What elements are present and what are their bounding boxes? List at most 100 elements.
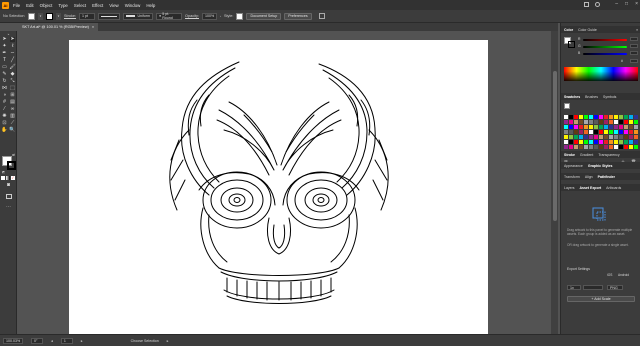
swatch[interactable]	[579, 130, 583, 134]
swatch[interactable]	[599, 140, 603, 144]
tab-graphic-styles[interactable]: Graphic Styles	[588, 164, 613, 168]
swatch[interactable]	[624, 135, 628, 139]
free-transform-tool-icon[interactable]: ⬚	[10, 86, 15, 91]
swatch[interactable]	[594, 115, 598, 119]
canvas-area[interactable]	[18, 31, 558, 336]
swatch[interactable]	[619, 145, 623, 149]
rectangle-tool-icon[interactable]: ▭	[2, 65, 7, 70]
scale-tool-icon[interactable]: ⤡	[10, 79, 15, 84]
swatch-grid[interactable]	[564, 115, 640, 153]
swatch[interactable]	[599, 115, 603, 119]
swatch[interactable]	[634, 145, 638, 149]
channel-b-slider[interactable]	[583, 53, 627, 55]
tab-brushes[interactable]: Brushes	[585, 95, 598, 99]
swatch[interactable]	[624, 120, 628, 124]
swatch[interactable]	[609, 135, 613, 139]
swatch[interactable]	[634, 140, 638, 144]
arrange-icon[interactable]	[584, 2, 589, 7]
zoom-tool-icon[interactable]: 🔍	[9, 128, 15, 133]
swatch[interactable]	[619, 135, 623, 139]
menu-effect[interactable]: Effect	[92, 3, 103, 8]
mesh-tool-icon[interactable]: #	[2, 100, 7, 105]
menu-window[interactable]: Window	[125, 3, 141, 8]
swatch[interactable]	[579, 140, 583, 144]
swap-fill-stroke-icon[interactable]: ⇄	[11, 153, 16, 158]
swatch[interactable]	[594, 140, 598, 144]
close-tab-icon[interactable]: ×	[92, 25, 94, 29]
tab-layers[interactable]: Layers	[564, 186, 575, 190]
opacity-arrow-icon[interactable]: ›	[220, 14, 221, 18]
swatch[interactable]	[574, 140, 578, 144]
tab-artboards[interactable]: Artboards	[606, 186, 621, 190]
swatch[interactable]	[604, 115, 608, 119]
swatch[interactable]	[604, 130, 608, 134]
swatch[interactable]	[599, 145, 603, 149]
swatch[interactable]	[574, 130, 578, 134]
swatch[interactable]	[579, 135, 583, 139]
channel-r-slider[interactable]	[583, 39, 627, 41]
swatch[interactable]	[614, 145, 618, 149]
swatch[interactable]	[629, 125, 633, 129]
align-icon[interactable]	[318, 13, 325, 19]
tab-pathfinder[interactable]: Pathfinder	[598, 175, 615, 179]
channel-r-value[interactable]	[630, 37, 638, 41]
perspective-grid-tool-icon[interactable]: ⊞	[10, 93, 15, 98]
document-tab[interactable]: SKT Art.ai* @ 100.01 % (RGB/Preview) ×	[18, 23, 99, 31]
swatch[interactable]	[609, 125, 613, 129]
tab-gradient[interactable]: Gradient	[580, 153, 593, 157]
swatch[interactable]	[579, 145, 583, 149]
skull-artwork[interactable]	[69, 40, 488, 336]
swatch[interactable]	[584, 120, 588, 124]
tab-transparency[interactable]: Transparency	[598, 153, 619, 157]
swatch[interactable]	[584, 140, 588, 144]
vertical-scrollbar[interactable]	[551, 31, 558, 334]
swatch[interactable]	[589, 145, 593, 149]
color-spectrum[interactable]	[564, 67, 638, 81]
swatch[interactable]	[564, 140, 568, 144]
tab-appearance[interactable]: Appearance	[564, 164, 583, 168]
menu-type[interactable]: Type	[58, 3, 68, 8]
lasso-tool-icon[interactable]: ℓ	[10, 44, 15, 49]
blend-tool-icon[interactable]: ∞	[10, 107, 15, 112]
zoom-field[interactable]: 100.03%	[3, 337, 23, 344]
search-icon[interactable]	[595, 2, 600, 7]
swatch[interactable]	[629, 115, 633, 119]
swatch[interactable]	[564, 120, 568, 124]
swatch[interactable]	[584, 130, 588, 134]
swatch[interactable]	[629, 140, 633, 144]
tab-color[interactable]: Color	[564, 28, 573, 32]
swatch[interactable]	[624, 140, 628, 144]
brush-round-select[interactable]: ● 5 pt. Round	[156, 12, 183, 20]
eraser-tool-icon[interactable]: ◆	[10, 72, 15, 77]
gradient-mode-icon[interactable]	[6, 176, 10, 180]
brush-definition[interactable]: Uniform	[123, 12, 154, 20]
swatch[interactable]	[594, 145, 598, 149]
draw-mode-icon[interactable]: ◙	[6, 183, 11, 188]
swatch[interactable]	[624, 125, 628, 129]
swatch[interactable]	[589, 115, 593, 119]
direct-selection-tool-icon[interactable]: ➤	[10, 37, 15, 42]
gradient-tool-icon[interactable]: ▤	[10, 100, 15, 105]
swatch[interactable]	[564, 125, 568, 129]
type-tool-icon[interactable]: T	[2, 58, 7, 63]
shape-builder-tool-icon[interactable]: ◑	[2, 93, 7, 98]
swatch[interactable]	[589, 120, 593, 124]
ios-option[interactable]: iOS	[607, 273, 612, 277]
paintbrush-tool-icon[interactable]: 🖌	[9, 65, 15, 70]
swatch[interactable]	[599, 130, 603, 134]
swatch[interactable]	[574, 125, 578, 129]
swatch[interactable]	[569, 140, 573, 144]
swatch[interactable]	[604, 135, 608, 139]
hex-value[interactable]	[630, 59, 638, 63]
slice-tool-icon[interactable]: ⟋	[10, 121, 15, 126]
swatch[interactable]	[599, 125, 603, 129]
close-icon[interactable]: ×	[635, 1, 638, 7]
prev-artboard-icon[interactable]: ◂	[51, 339, 53, 343]
swatch[interactable]	[619, 125, 623, 129]
swatch[interactable]	[604, 120, 608, 124]
channel-g-slider[interactable]	[583, 46, 627, 48]
swatch[interactable]	[594, 130, 598, 134]
artboard[interactable]	[69, 40, 488, 336]
swatch[interactable]	[564, 145, 568, 149]
swatch[interactable]	[614, 140, 618, 144]
